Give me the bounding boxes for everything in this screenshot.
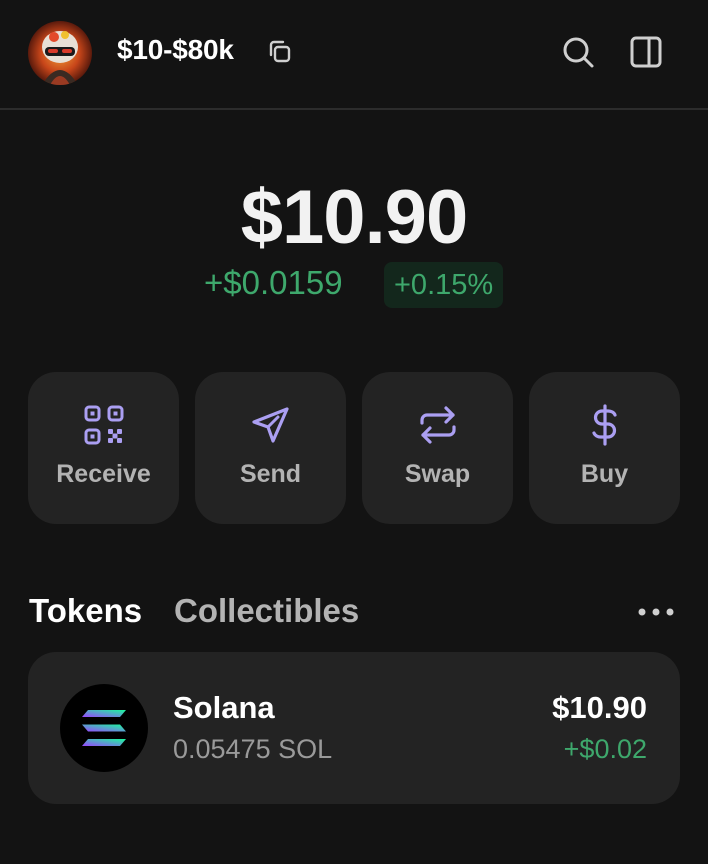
account-name[interactable]: $10-$80k	[117, 34, 234, 66]
send-icon	[252, 407, 289, 443]
balance-change-percent-badge: +0.15%	[384, 262, 504, 308]
token-row-solana[interactable]: Solana 0.05475 SOL $10.90 +$0.02	[28, 652, 680, 804]
avatar-image	[28, 21, 92, 85]
copy-icon[interactable]	[266, 38, 294, 66]
token-value: $10.90	[552, 690, 647, 725]
send-label: Send	[239, 460, 302, 488]
tab-tokens[interactable]: Tokens	[29, 592, 142, 630]
token-name: Solana	[173, 690, 275, 725]
token-change: +$0.02	[563, 734, 647, 764]
buy-label: Buy	[580, 460, 629, 488]
send-button[interactable]: Send	[195, 372, 346, 524]
token-amount: 0.05475 SOL	[173, 734, 333, 764]
account-avatar[interactable]	[28, 21, 92, 85]
more-options-icon[interactable]	[634, 600, 678, 624]
receive-label: Receive	[56, 460, 151, 488]
solana-logo-icon	[60, 684, 148, 772]
total-balance: $10.90	[240, 175, 468, 260]
side-panel-icon[interactable]	[628, 34, 664, 70]
swap-icon	[420, 406, 456, 444]
dollar-icon	[592, 404, 617, 446]
header-bar: $10-$80k	[0, 0, 708, 110]
swap-button[interactable]: Swap	[362, 372, 513, 524]
swap-label: Swap	[404, 460, 471, 488]
buy-button[interactable]: Buy	[529, 372, 680, 524]
qr-code-icon	[84, 405, 124, 445]
tab-collectibles[interactable]: Collectibles	[174, 592, 359, 630]
balance-change-amount: +$0.0159	[204, 264, 343, 301]
receive-button[interactable]: Receive	[28, 372, 179, 524]
search-icon[interactable]	[560, 34, 596, 70]
